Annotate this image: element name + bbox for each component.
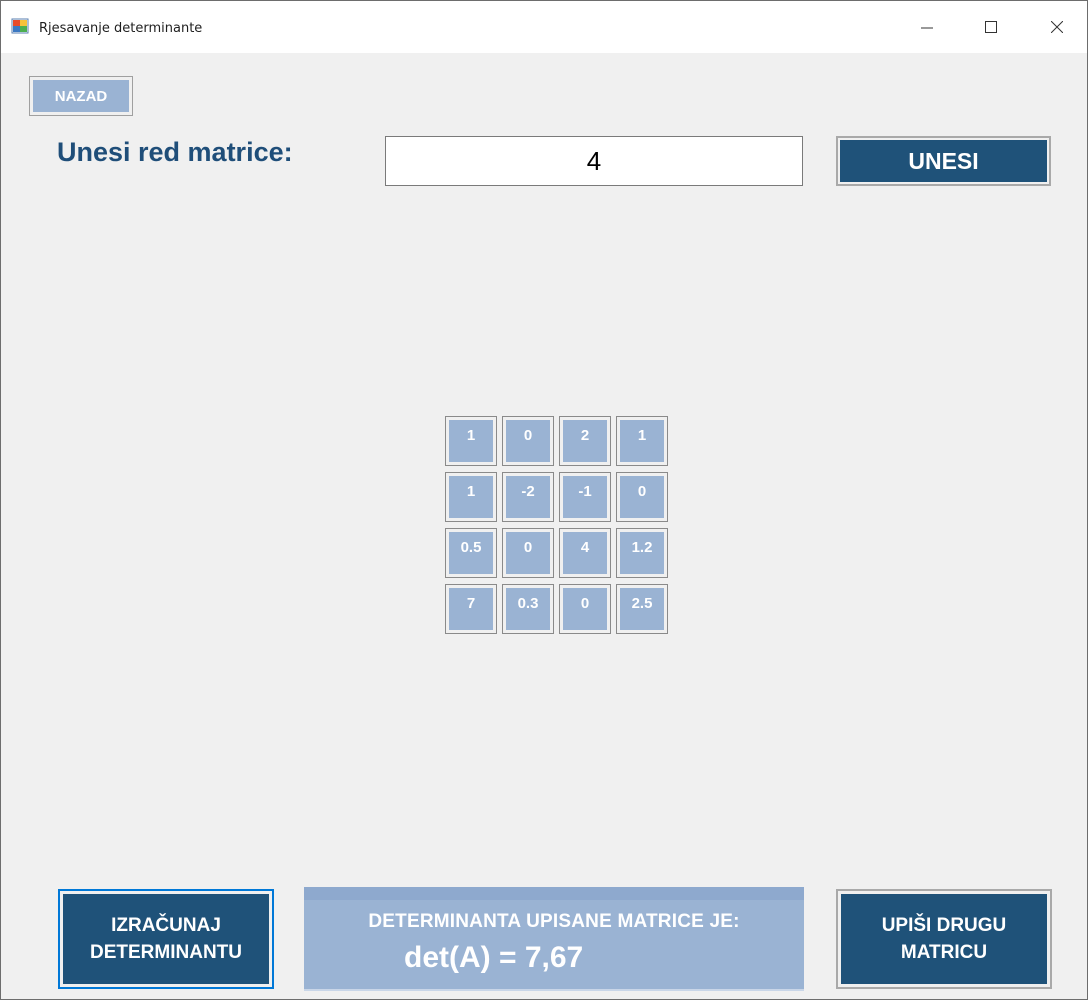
matrix-cell[interactable]: 1.2 bbox=[616, 528, 668, 578]
close-button[interactable] bbox=[1027, 1, 1087, 53]
matrix-cell-value: 0 bbox=[620, 476, 664, 518]
matrix-cell[interactable]: 1 bbox=[616, 416, 668, 466]
window-title: Rjesavanje determinante bbox=[39, 21, 203, 36]
matrix-cell-value: 0 bbox=[506, 420, 550, 462]
result-panel-top-bar bbox=[304, 887, 804, 900]
matrix-cell-value: -1 bbox=[563, 476, 607, 518]
matrix-cell-value: 1 bbox=[449, 420, 493, 462]
matrix-order-label: Unesi red matrice: bbox=[57, 137, 293, 167]
matrix-cell[interactable]: -1 bbox=[559, 472, 611, 522]
matrix-cell-value: -2 bbox=[506, 476, 550, 518]
submit-order-button[interactable]: UNESI bbox=[836, 136, 1051, 186]
new-matrix-button[interactable]: UPIŠI DRUGU MATRICU bbox=[836, 889, 1052, 989]
submit-order-label: UNESI bbox=[840, 140, 1047, 182]
matrix-cell[interactable]: 0 bbox=[502, 416, 554, 466]
maximize-icon bbox=[985, 21, 997, 33]
matrix-cell-value: 0 bbox=[506, 532, 550, 574]
app-icon bbox=[11, 17, 29, 35]
matrix-cell-value: 1 bbox=[449, 476, 493, 518]
matrix-cell[interactable]: -2 bbox=[502, 472, 554, 522]
matrix-cell[interactable]: 7 bbox=[445, 584, 497, 634]
matrix-cell[interactable]: 0.3 bbox=[502, 584, 554, 634]
matrix-cell[interactable]: 2.5 bbox=[616, 584, 668, 634]
matrix-cell[interactable]: 0.5 bbox=[445, 528, 497, 578]
app-window: Rjesavanje determinante NAZAD Unesi red … bbox=[0, 0, 1088, 1000]
matrix-cell[interactable]: 4 bbox=[559, 528, 611, 578]
result-panel: DETERMINANTA UPISANE MATRICE JE: det(A) … bbox=[304, 887, 804, 991]
calculate-determinant-button[interactable]: IZRAČUNAJ DETERMINANTU bbox=[58, 889, 274, 989]
matrix-cell-value: 1.2 bbox=[620, 532, 664, 574]
result-label: DETERMINANTA UPISANE MATRICE JE: bbox=[368, 911, 740, 932]
matrix-cell[interactable]: 2 bbox=[559, 416, 611, 466]
matrix-cell-value: 4 bbox=[563, 532, 607, 574]
minimize-icon bbox=[921, 27, 933, 29]
matrix-cell[interactable]: 1 bbox=[445, 472, 497, 522]
matrix-cell-value: 7 bbox=[449, 588, 493, 630]
matrix-cell-value: 0 bbox=[563, 588, 607, 630]
back-button[interactable]: NAZAD bbox=[29, 76, 133, 116]
calculate-determinant-label: IZRAČUNAJ DETERMINANTU bbox=[63, 894, 269, 984]
matrix-order-input[interactable] bbox=[385, 136, 803, 186]
matrix-cell-value: 0.3 bbox=[506, 588, 550, 630]
matrix-cell-value: 1 bbox=[620, 420, 664, 462]
matrix-cell[interactable]: 0 bbox=[559, 584, 611, 634]
matrix-cell[interactable]: 0 bbox=[502, 528, 554, 578]
matrix-cell-value: 0.5 bbox=[449, 532, 493, 574]
title-bar[interactable]: Rjesavanje determinante bbox=[1, 1, 1087, 53]
matrix-cell-value: 2.5 bbox=[620, 588, 664, 630]
result-panel-divider bbox=[304, 989, 804, 991]
matrix-cell[interactable]: 0 bbox=[616, 472, 668, 522]
close-icon bbox=[1051, 21, 1063, 33]
minimize-button[interactable] bbox=[897, 1, 957, 53]
matrix-cell[interactable]: 1 bbox=[445, 416, 497, 466]
new-matrix-label: UPIŠI DRUGU MATRICU bbox=[841, 894, 1047, 984]
maximize-button[interactable] bbox=[961, 1, 1021, 53]
back-button-label: NAZAD bbox=[33, 80, 129, 112]
matrix-cell-value: 2 bbox=[563, 420, 607, 462]
result-value: det(A) = 7,67 bbox=[404, 941, 584, 974]
